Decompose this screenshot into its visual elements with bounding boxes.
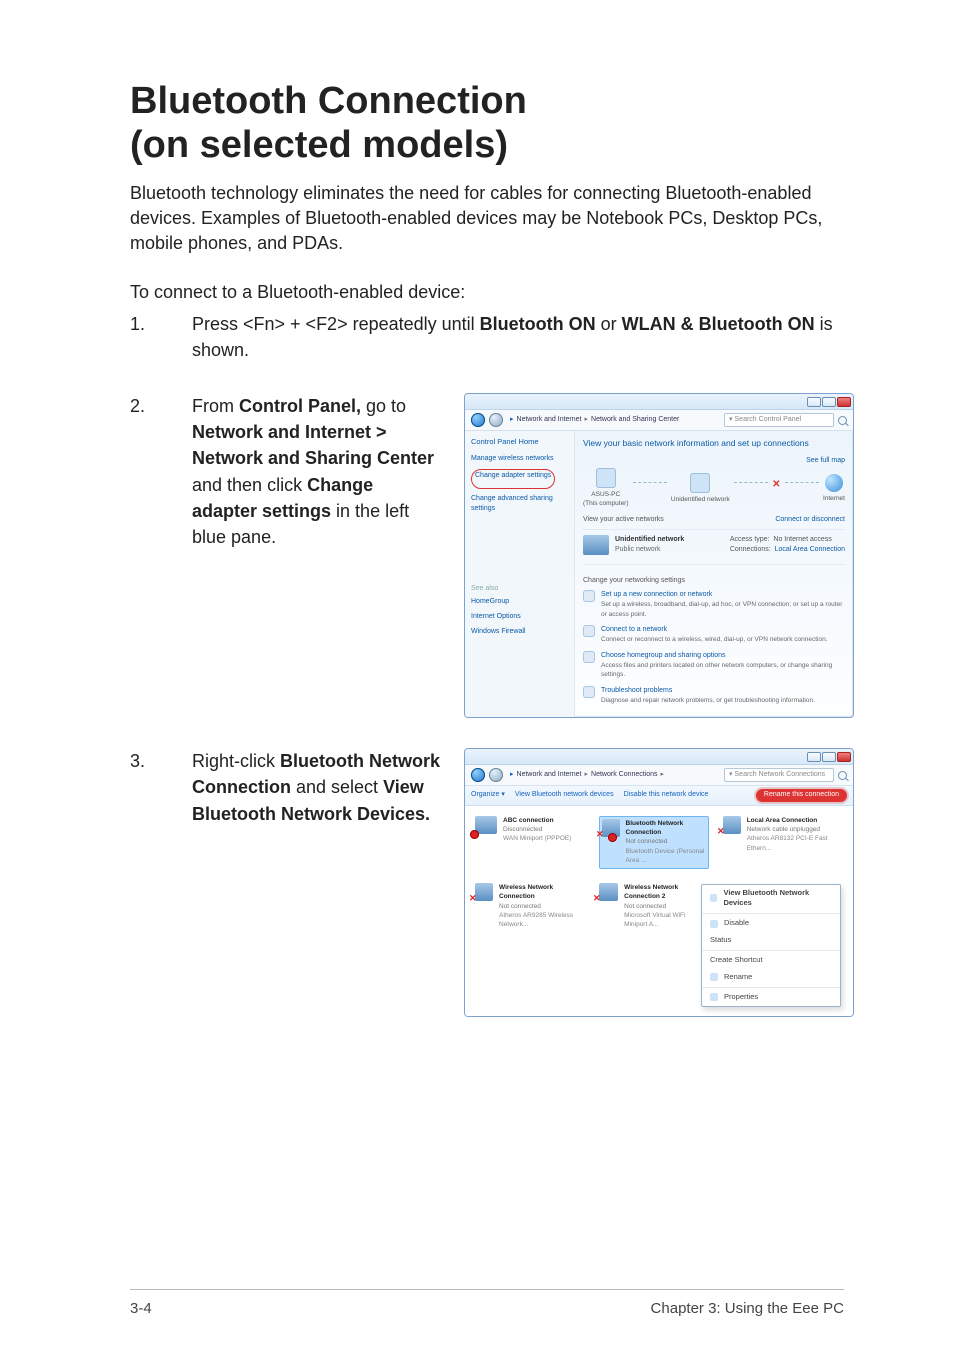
- change-advanced-sharing-link[interactable]: Change advanced sharing settings: [471, 494, 568, 514]
- chapter-label: Chapter 3: Using the Eee PC: [651, 1300, 844, 1317]
- change-settings-heading: Change your networking settings: [583, 576, 845, 586]
- intro-paragraph: Bluetooth technology eliminates the need…: [130, 181, 844, 255]
- screenshot-network-sharing-center: ▸Network and Internet▸Network and Sharin…: [464, 393, 854, 718]
- step-2-text: From Control Panel, go to Network and In…: [192, 393, 442, 550]
- bluetooth-conn-icon: ✕: [602, 819, 620, 837]
- menu-properties[interactable]: Properties: [702, 989, 840, 1006]
- see-homegroup[interactable]: HomeGroup: [471, 597, 568, 607]
- disable-device-cmd[interactable]: Disable this network device: [624, 790, 709, 800]
- homegroup-icon: [583, 651, 595, 663]
- local-area-connection-link[interactable]: Local Area Connection: [775, 546, 845, 553]
- page-number: 3-4: [130, 1300, 152, 1317]
- globe-icon: [825, 474, 843, 492]
- opt-new-connection[interactable]: Set up a new connection or networkSet up…: [583, 590, 845, 619]
- change-adapter-settings-link[interactable]: Change adapter settings: [475, 471, 551, 481]
- pc-icon: [596, 468, 616, 488]
- context-menu: View Bluetooth Network Devices Disable S…: [701, 884, 841, 1007]
- menu-create-shortcut[interactable]: Create Shortcut: [702, 952, 840, 969]
- change-adapter-settings-highlight: Change adapter settings: [471, 469, 555, 488]
- menu-disable[interactable]: Disable: [702, 915, 840, 932]
- connections-area: ABC connectionDisconnectedWAN Miniport (…: [465, 806, 853, 1016]
- network-map: ASUS-PC (This computer) Unidentified net…: [583, 468, 845, 509]
- command-bar: Organize ▾ View Bluetooth network device…: [465, 786, 853, 805]
- back-button[interactable]: [471, 768, 485, 782]
- main-heading: View your basic network information and …: [583, 437, 845, 449]
- close-button[interactable]: [837, 397, 851, 407]
- step-2-number: [130, 393, 156, 419]
- step-1: Press <Fn> + <F2> repeatedly until Bluet…: [130, 311, 844, 363]
- close-button[interactable]: [837, 752, 851, 762]
- menu-view-bt-devices[interactable]: View Bluetooth Network Devices: [702, 885, 840, 913]
- conn-wireless-2[interactable]: ✕ Wireless Network Connection 2Not conne…: [599, 883, 709, 930]
- node-this-pc: ASUS-PC (This computer): [583, 468, 629, 509]
- troubleshoot-icon: [583, 686, 595, 698]
- menu-status[interactable]: Status: [702, 932, 840, 949]
- lead-line: To connect to a Bluetooth-enabled device…: [130, 280, 844, 305]
- conn-lan[interactable]: ✕ Local Area ConnectionNetwork cable unp…: [723, 816, 833, 869]
- minimize-button[interactable]: [807, 397, 821, 407]
- left-nav-pane: Control Panel Home Manage wireless netwo…: [465, 431, 575, 717]
- connect-disconnect-link[interactable]: Connect or disconnect: [775, 515, 845, 525]
- step-1-number: [130, 311, 156, 337]
- maximize-button[interactable]: [822, 397, 836, 407]
- step-2: From Control Panel, go to Network and In…: [130, 393, 844, 718]
- search-icon[interactable]: [838, 416, 847, 425]
- forward-button[interactable]: [489, 768, 503, 782]
- conn-wireless[interactable]: ✕ Wireless Network ConnectionNot connect…: [475, 883, 585, 930]
- connect-icon: [583, 625, 595, 637]
- title-line2: (on selected models): [130, 124, 508, 166]
- no-internet-icon: ✕: [772, 478, 780, 493]
- organize-menu[interactable]: Organize ▾: [471, 790, 505, 800]
- page-title: Bluetooth Connection (on selected models…: [130, 80, 844, 167]
- manage-wireless-link[interactable]: Manage wireless networks: [471, 454, 568, 464]
- view-bt-devices-cmd[interactable]: View Bluetooth network devices: [515, 790, 614, 800]
- opt-homegroup[interactable]: Choose homegroup and sharing optionsAcce…: [583, 651, 845, 680]
- main-pane: View your basic network information and …: [575, 431, 853, 717]
- breadcrumb[interactable]: ▸Network and Internet▸Network and Sharin…: [507, 415, 720, 425]
- active-networks-label: View your active networks Connect or dis…: [583, 515, 845, 525]
- search-box[interactable]: ▾Search Network Connections: [724, 768, 834, 782]
- breadcrumb[interactable]: ▸Network and Internet▸Network Connection…: [507, 770, 720, 780]
- dialup-icon: [475, 816, 497, 834]
- forward-button[interactable]: [489, 413, 503, 427]
- see-windows-firewall[interactable]: Windows Firewall: [471, 627, 568, 637]
- rename-connection-highlight: Rename this connection: [756, 789, 847, 801]
- opt-connect-network[interactable]: Connect to a networkConnect or reconnect…: [583, 625, 845, 645]
- control-panel-home-link[interactable]: Control Panel Home: [471, 437, 568, 448]
- network-thumb-icon: [583, 535, 609, 555]
- step-3-number: [130, 748, 156, 774]
- back-button[interactable]: [471, 413, 485, 427]
- search-icon[interactable]: [838, 771, 847, 780]
- network-icon: [690, 473, 710, 493]
- wizard-icon: [583, 590, 595, 602]
- menu-rename[interactable]: Rename: [702, 969, 840, 986]
- page-footer: 3-4 Chapter 3: Using the Eee PC: [130, 1289, 844, 1317]
- lan-icon: ✕: [723, 816, 741, 834]
- node-network: Unidentified network: [671, 473, 730, 504]
- search-box[interactable]: ▾Search Control Panel: [724, 413, 834, 427]
- title-line1: Bluetooth Connection: [130, 80, 527, 122]
- address-bar: ▸Network and Internet▸Network Connection…: [465, 765, 853, 786]
- maximize-button[interactable]: [822, 752, 836, 762]
- conn-bluetooth-selected[interactable]: ✕ Bluetooth Network ConnectionNot connec…: [599, 816, 709, 869]
- screenshot-network-connections: ▸Network and Internet▸Network Connection…: [464, 748, 854, 1016]
- step-1-text: Press <Fn> + <F2> repeatedly until Bluet…: [192, 311, 844, 363]
- address-bar: ▸Network and Internet▸Network and Sharin…: [465, 410, 853, 431]
- see-internet-options[interactable]: Internet Options: [471, 612, 568, 622]
- window-titlebar: [465, 394, 853, 410]
- minimize-button[interactable]: [807, 752, 821, 762]
- wifi-icon: ✕: [475, 883, 493, 901]
- window2-titlebar: [465, 749, 853, 765]
- see-full-map-link[interactable]: See full map: [583, 456, 845, 466]
- conn-abc[interactable]: ABC connectionDisconnectedWAN Miniport (…: [475, 816, 585, 869]
- see-also-section: See also HomeGroup Internet Options Wind…: [471, 584, 568, 638]
- opt-troubleshoot[interactable]: Troubleshoot problemsDiagnose and repair…: [583, 686, 845, 706]
- step-3: Right-click Bluetooth Network Connection…: [130, 748, 844, 1016]
- node-internet: Internet: [823, 474, 845, 503]
- step-3-text: Right-click Bluetooth Network Connection…: [192, 748, 442, 826]
- wifi2-icon: ✕: [599, 883, 618, 901]
- active-network-row: Unidentified network Public network Acce…: [583, 529, 845, 560]
